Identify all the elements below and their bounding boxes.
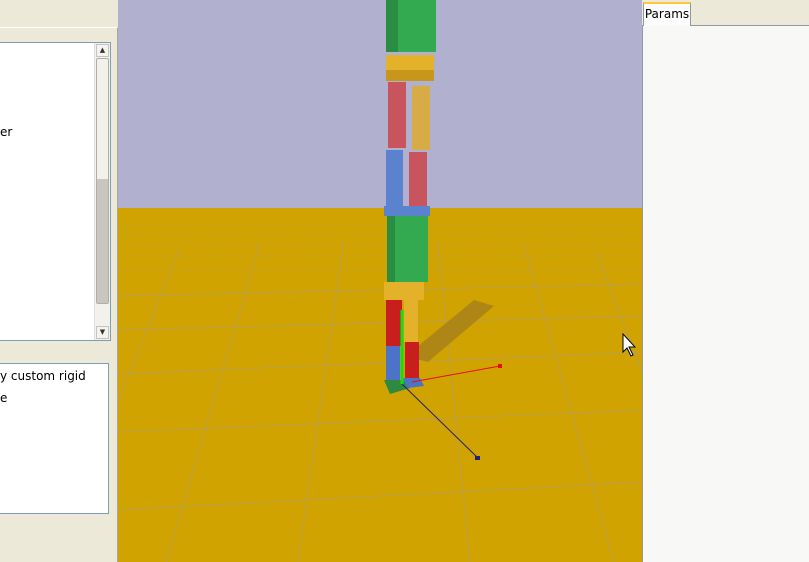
list-item[interactable]: y custom rigid [0, 369, 86, 383]
z-axis-end-marker[interactable] [475, 456, 480, 460]
bottom-list-box[interactable]: y custom rigid e [0, 363, 109, 514]
right-thigh-block [388, 82, 406, 148]
sky [118, 0, 642, 211]
scrollbar-track[interactable] [97, 179, 108, 303]
left-shin-block [409, 152, 427, 208]
left-panel: er ▲ ▼ y custom rigid e [0, 0, 118, 562]
pelvis-block-lower [384, 282, 424, 300]
scroll-down-button[interactable]: ▼ [96, 326, 109, 339]
x-axis-end-marker[interactable] [498, 364, 502, 368]
left-thigh-block [412, 86, 430, 150]
tab-strip: Params [642, 0, 809, 27]
right-shin-block [386, 150, 403, 208]
left-shin-lower [405, 342, 419, 380]
top-list-box[interactable]: er ▲ ▼ [0, 42, 111, 341]
right-panel: Params [642, 0, 809, 562]
scroll-up-button[interactable]: ▲ [96, 44, 109, 57]
tab-params[interactable]: Params [643, 2, 691, 27]
scene-canvas[interactable] [118, 0, 642, 562]
left-foot-block [406, 206, 430, 216]
right-thigh-lower [386, 300, 402, 346]
left-thigh-lower [404, 300, 418, 342]
list-item[interactable]: er [0, 125, 12, 139]
vertical-scrollbar[interactable]: ▲ ▼ [94, 43, 110, 340]
list-item[interactable]: e [0, 391, 7, 405]
simulation-viewport[interactable] [118, 0, 642, 562]
right-shin-lower [386, 346, 400, 382]
params-tab-content [642, 26, 809, 562]
right-foot-block [384, 206, 408, 216]
